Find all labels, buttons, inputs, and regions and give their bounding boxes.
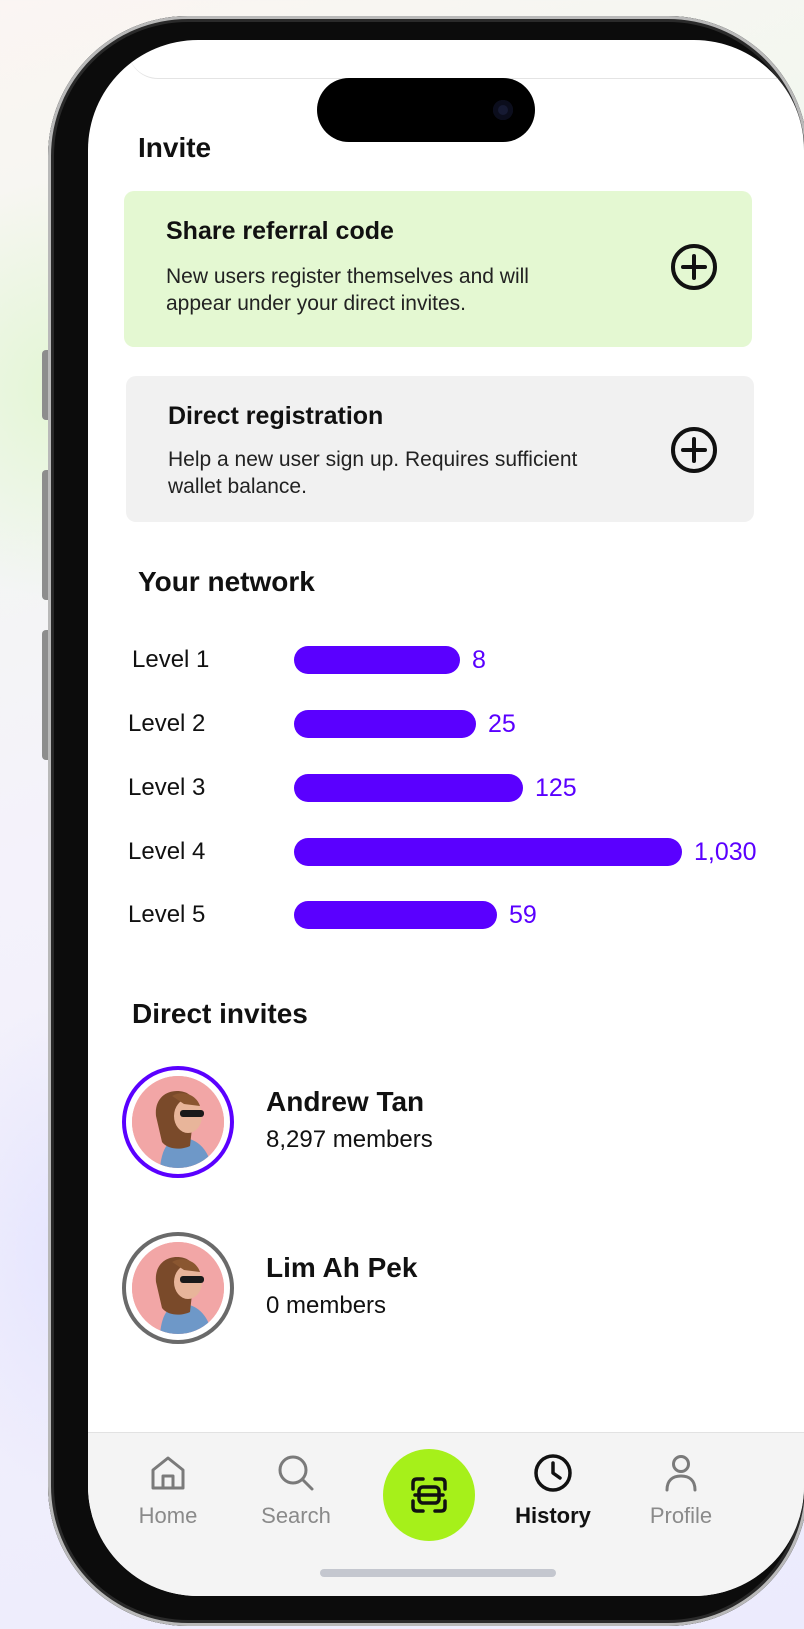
tab-label: Profile [649, 1503, 713, 1528]
invite-members: 0 members [266, 1292, 387, 1319]
level-bar [294, 901, 497, 929]
invite-title: Invite [138, 132, 212, 163]
level-value: 1,030 [694, 838, 757, 866]
scan-icon [411, 1477, 447, 1513]
invite-name: Lim Ah Pek [266, 1252, 418, 1283]
direct-registration-card[interactable]: Direct registration Help a new user sign… [126, 376, 754, 522]
invite-name: Andrew Tan [266, 1086, 425, 1117]
dynamic-island [317, 78, 535, 142]
direct-registration-title: Direct registration [168, 402, 384, 430]
level-value: 25 [488, 710, 516, 738]
camera-icon [493, 100, 513, 120]
level-bar [294, 774, 523, 802]
add-circle-icon[interactable] [670, 243, 718, 291]
tab-search[interactable]: Search [241, 1451, 351, 1529]
avatar [122, 1232, 234, 1344]
level-bar [294, 838, 682, 866]
avatar [122, 1066, 234, 1178]
tab-history[interactable]: History [498, 1451, 608, 1529]
tab-home[interactable]: Home [113, 1451, 223, 1529]
level-value: 125 [535, 774, 577, 802]
add-circle-icon[interactable] [670, 426, 718, 474]
level-value: 8 [472, 646, 486, 674]
invite-list-item[interactable]: Lim Ah Pek 0 members [122, 1232, 762, 1352]
tab-profile[interactable]: Profile [626, 1451, 736, 1529]
user-icon [665, 1455, 697, 1492]
network-title: Your network [138, 566, 315, 597]
bottom-tab-bar: Home Search History Profile [88, 1432, 804, 1596]
level-label: Level 2 [128, 710, 206, 737]
share-referral-card[interactable]: Share referral code New users register t… [124, 191, 752, 347]
person-photo-icon [132, 1242, 224, 1334]
tab-label: History [515, 1503, 591, 1528]
level-label: Level 4 [128, 838, 206, 865]
level-bar [294, 710, 476, 738]
search-icon [278, 1455, 314, 1491]
level-value: 59 [509, 901, 537, 929]
level-label: Level 1 [132, 646, 210, 673]
share-referral-description: New users register themselves and will a… [166, 265, 529, 315]
level-label: Level 3 [128, 774, 206, 801]
home-icon [151, 1456, 185, 1490]
tab-label: Home [138, 1503, 198, 1528]
scan-button[interactable] [383, 1449, 475, 1541]
direct-registration-description: Help a new user sign up. Requires suffic… [168, 448, 578, 498]
invite-list-item[interactable]: Andrew Tan 8,297 members [122, 1066, 762, 1186]
level-bar [294, 646, 460, 674]
previous-card-edge [128, 40, 804, 79]
invite-members: 8,297 members [266, 1126, 433, 1153]
tab-label: Search [261, 1503, 331, 1528]
screen: Invite Share referral code New users reg… [88, 40, 804, 1596]
home-indicator [320, 1569, 556, 1577]
level-label: Level 5 [128, 901, 206, 928]
person-photo-icon [132, 1076, 224, 1168]
clock-icon [534, 1454, 572, 1492]
share-referral-title: Share referral code [166, 217, 394, 245]
direct-invites-title: Direct invites [132, 998, 308, 1029]
